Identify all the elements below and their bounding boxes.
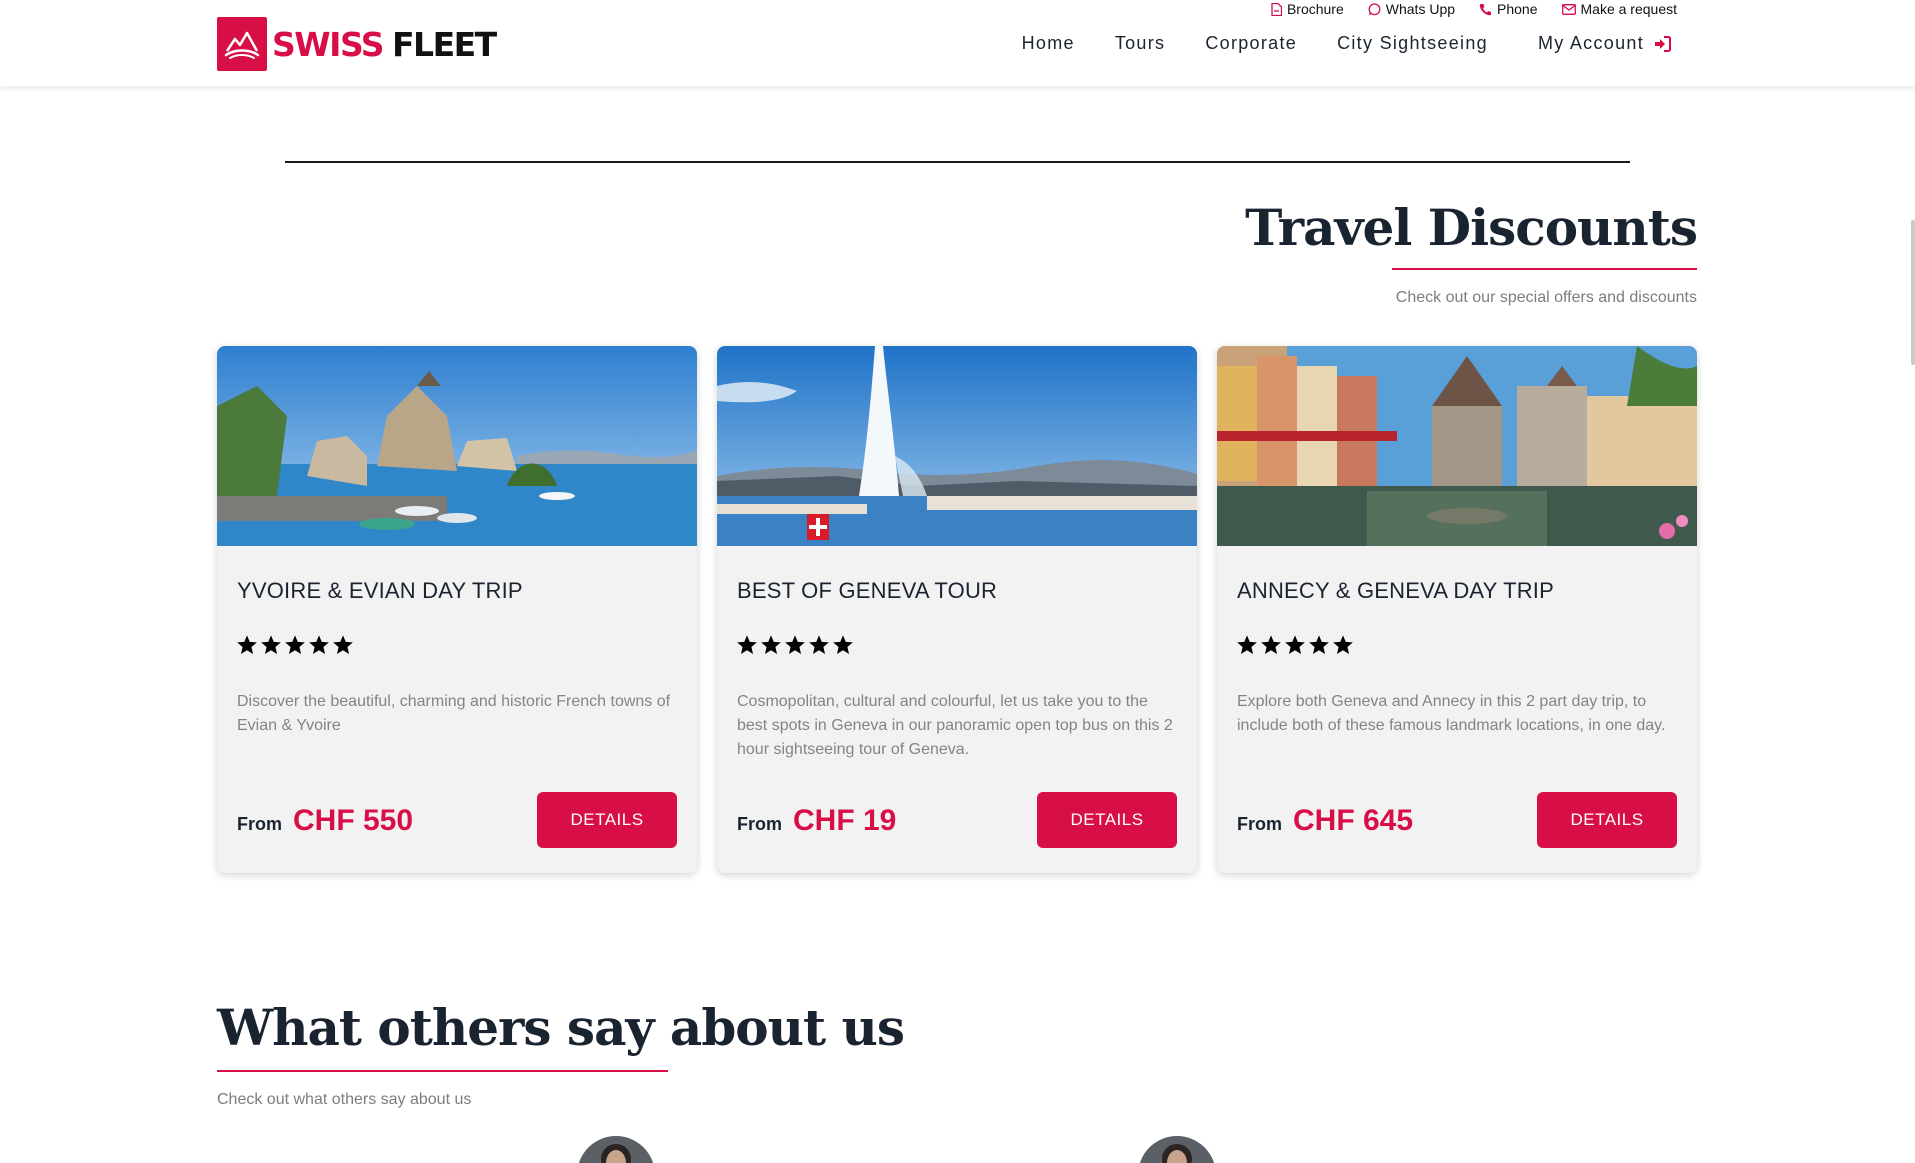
title-underline [1392, 268, 1697, 270]
star-icon [236, 634, 258, 661]
brand-name-part1: SWISS [272, 24, 385, 64]
nav-my-account[interactable]: My Account [1538, 33, 1671, 54]
star-icon [284, 634, 306, 661]
envelope-icon [1561, 3, 1576, 15]
details-button[interactable]: DETAILS [1537, 792, 1677, 848]
testimonials-title: What others say about us [217, 998, 905, 1057]
price-row: From CHF 550 [237, 804, 413, 838]
brochure-link[interactable]: Brochure [1271, 1, 1344, 17]
from-label: From [1237, 814, 1282, 834]
mountain-logo-icon [217, 17, 267, 71]
phone-link[interactable]: Phone [1479, 1, 1538, 17]
star-icon [308, 634, 330, 661]
lakeside-village-photo [217, 346, 697, 546]
details-button[interactable]: DETAILS [1037, 792, 1177, 848]
tour-description: Discover the beautiful, charming and his… [237, 693, 671, 734]
make-request-label: Make a request [1580, 1, 1678, 17]
star-icon [1332, 634, 1354, 661]
rating-stars [236, 634, 354, 661]
nav-home[interactable]: Home [1022, 33, 1075, 54]
tour-cards: YVOIRE & EVIAN DAY TRIP Discover the bea… [217, 346, 1698, 873]
star-icon [760, 634, 782, 661]
price-row: From CHF 645 [1237, 804, 1413, 838]
star-icon [832, 634, 854, 661]
details-button[interactable]: DETAILS [537, 792, 677, 848]
from-label: From [237, 814, 282, 834]
whatsapp-label: Whats Upp [1385, 1, 1456, 17]
star-icon [1260, 634, 1282, 661]
tour-price: CHF 645 [1293, 804, 1414, 837]
price-row: From CHF 19 [737, 804, 896, 838]
tour-price: CHF 550 [293, 804, 414, 837]
top-links: Brochure Whats Upp Phone Make a request [1271, 1, 1677, 17]
star-icon [784, 634, 806, 661]
brochure-label: Brochure [1286, 1, 1344, 17]
nav-corporate[interactable]: Corporate [1205, 33, 1297, 54]
sign-in-icon [1655, 35, 1671, 52]
testimonials-subtitle: Check out what others say about us [217, 1091, 472, 1108]
tour-title[interactable]: YVOIRE & EVIAN DAY TRIP [237, 578, 523, 604]
phone-label: Phone [1497, 1, 1538, 17]
site-header: SWISS FLEET Brochure Whats Upp Phone Make… [0, 0, 1915, 86]
from-label: From [737, 814, 782, 834]
star-icon [1236, 634, 1258, 661]
section-divider [285, 161, 1630, 163]
brand-logo[interactable]: SWISS FLEET [217, 17, 497, 71]
star-icon [1284, 634, 1306, 661]
brand-name-part2: FLEET [392, 24, 497, 64]
pdf-icon [1271, 2, 1282, 16]
whatsapp-link[interactable]: Whats Upp [1368, 1, 1455, 17]
whatsapp-icon [1368, 2, 1381, 15]
star-icon [808, 634, 830, 661]
my-account-label: My Account [1537, 33, 1644, 53]
rating-stars [1236, 634, 1354, 661]
tour-title[interactable]: ANNECY & GENEVA DAY TRIP [1237, 578, 1554, 604]
tour-card-best-of-geneva[interactable]: BEST OF GENEVA TOUR Cosmopolitan, cultur… [717, 346, 1197, 873]
tour-description: Explore both Geneva and Annecy in this 2… [1237, 693, 1666, 734]
tour-card-yvoire-evian[interactable]: YVOIRE & EVIAN DAY TRIP Discover the bea… [217, 346, 697, 873]
avatar [577, 1136, 655, 1163]
tour-title[interactable]: BEST OF GENEVA TOUR [737, 578, 997, 604]
travel-discounts-title: Travel Discounts [1245, 198, 1698, 257]
make-request-link[interactable]: Make a request [1561, 1, 1678, 17]
main-nav: Home Tours Corporate City Sightseeing My… [982, 33, 1671, 54]
avatar [1138, 1136, 1216, 1163]
travel-discounts-subtitle: Check out our special offers and discoun… [1395, 289, 1697, 306]
tour-card-annecy-geneva[interactable]: ANNECY & GENEVA DAY TRIP Explore both Ge… [1217, 346, 1697, 873]
star-icon [332, 634, 354, 661]
star-icon [1308, 634, 1330, 661]
phone-icon [1479, 3, 1492, 15]
star-icon [260, 634, 282, 661]
tour-price: CHF 19 [793, 804, 897, 837]
nav-tours[interactable]: Tours [1115, 33, 1166, 54]
annecy-canal-photo [1217, 346, 1697, 546]
geneva-jet-deau-photo [717, 346, 1197, 546]
tour-description: Cosmopolitan, cultural and colourful, le… [737, 693, 1173, 758]
rating-stars [736, 634, 854, 661]
nav-city-sightseeing[interactable]: City Sightseeing [1337, 33, 1488, 54]
star-icon [736, 634, 758, 661]
page-scrollbar[interactable] [1911, 220, 1915, 365]
title-underline [217, 1070, 668, 1072]
